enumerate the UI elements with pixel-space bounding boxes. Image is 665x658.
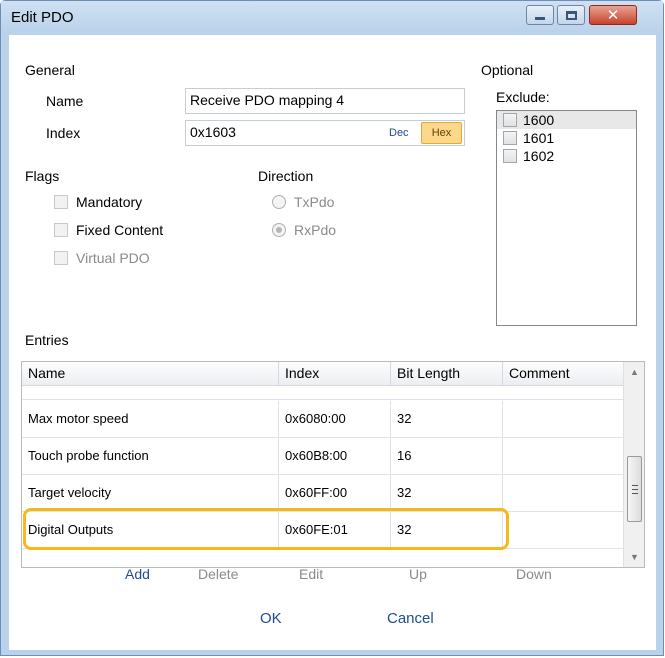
cell-bit-length: 32 <box>391 475 503 512</box>
entries-section-label: Entries <box>25 332 69 348</box>
fixed-content-checkbox-row[interactable]: Fixed Content <box>54 222 163 238</box>
exclude-item-label: 1602 <box>523 148 555 164</box>
close-icon: ✕ <box>606 6 620 24</box>
index-label: Index <box>46 125 81 141</box>
exclude-item-1600[interactable]: 1600 <box>497 111 636 129</box>
cell-index: 0x6080:00 <box>279 401 391 438</box>
txpdo-radio[interactable] <box>272 195 286 209</box>
virtual-pdo-checkbox-row[interactable]: Virtual PDO <box>54 250 150 266</box>
close-button[interactable]: ✕ <box>589 5 637 25</box>
dialog-body: General Name Receive PDO mapping 4 Index… <box>9 35 656 650</box>
cell-comment <box>503 475 623 512</box>
minimize-icon <box>535 16 545 20</box>
exclude-list[interactable]: 1600 1601 1602 <box>496 110 637 326</box>
cell-comment <box>503 401 623 438</box>
edit-button[interactable]: Edit <box>299 566 323 582</box>
cell-comment <box>503 438 623 475</box>
hex-button[interactable]: Hex <box>421 122 462 144</box>
optional-section-label: Optional <box>481 62 534 78</box>
edit-pdo-window: Edit PDO ✕ General Name Receive PDO mapp… <box>0 0 664 656</box>
exclude-checkbox[interactable] <box>503 149 517 163</box>
txpdo-radio-row[interactable]: TxPdo <box>272 194 334 210</box>
table-row[interactable]: Target velocity 0x60FF:00 32 <box>22 475 623 512</box>
window-title: Edit PDO <box>11 9 74 26</box>
grip-icon <box>632 485 638 494</box>
table-row[interactable]: Max motor speed 0x6080:00 32 <box>22 401 623 438</box>
general-section-label: General <box>25 62 75 78</box>
table-row-partial <box>22 386 623 400</box>
virtual-pdo-checkbox[interactable] <box>54 251 68 265</box>
cell-name: Target velocity <box>22 475 279 512</box>
name-input[interactable]: Receive PDO mapping 4 <box>185 88 465 114</box>
rxpdo-radio[interactable] <box>272 223 286 237</box>
cell-bit-length: 32 <box>391 401 503 438</box>
add-button[interactable]: Add <box>125 566 150 582</box>
exclude-item-1601[interactable]: 1601 <box>497 129 636 147</box>
column-header-bit-length[interactable]: Bit Length <box>391 362 503 386</box>
exclude-checkbox[interactable] <box>503 131 517 145</box>
column-header-name[interactable]: Name <box>22 362 279 386</box>
cell-index: 0x60FF:00 <box>279 475 391 512</box>
cancel-button[interactable]: Cancel <box>387 610 434 627</box>
mandatory-label: Mandatory <box>76 194 143 210</box>
down-button[interactable]: Down <box>516 566 552 582</box>
virtual-pdo-label: Virtual PDO <box>76 250 150 266</box>
up-button[interactable]: Up <box>409 566 427 582</box>
entries-header: Name Index Bit Length Comment <box>22 362 623 386</box>
fixed-content-checkbox[interactable] <box>54 223 68 237</box>
name-label: Name <box>46 93 84 109</box>
exclude-checkbox[interactable] <box>503 113 517 127</box>
cell-comment <box>503 512 623 549</box>
txpdo-label: TxPdo <box>294 194 335 210</box>
cell-name: Touch probe function <box>22 438 279 475</box>
direction-section-label: Direction <box>258 168 314 184</box>
cell-bit-length: 16 <box>391 438 503 475</box>
ok-button[interactable]: OK <box>260 610 282 627</box>
exclude-label: Exclude: <box>496 89 550 105</box>
exclude-item-label: 1600 <box>523 112 555 128</box>
column-header-comment[interactable]: Comment <box>503 362 623 386</box>
rxpdo-radio-row[interactable]: RxPdo <box>272 222 336 238</box>
mandatory-checkbox[interactable] <box>54 195 68 209</box>
table-row[interactable]: Touch probe function 0x60B8:00 16 <box>22 438 623 475</box>
maximize-button[interactable] <box>557 5 585 25</box>
scroll-up-icon[interactable]: ▲ <box>630 367 639 377</box>
fixed-content-label: Fixed Content <box>76 222 164 238</box>
highlight-annotation <box>23 508 509 550</box>
index-value: 0x1603 <box>190 124 236 140</box>
title-bar[interactable]: Edit PDO ✕ <box>1 1 663 35</box>
exclude-item-label: 1601 <box>523 130 555 146</box>
rxpdo-label: RxPdo <box>294 222 337 238</box>
scrollbar-thumb[interactable] <box>627 456 642 522</box>
delete-button[interactable]: Delete <box>198 566 238 582</box>
dec-button[interactable]: Dec <box>389 127 409 139</box>
scroll-down-icon[interactable]: ▼ <box>630 552 639 562</box>
cell-name: Max motor speed <box>22 401 279 438</box>
flags-section-label: Flags <box>25 168 60 184</box>
maximize-icon <box>565 10 577 20</box>
cell-index: 0x60B8:00 <box>279 438 391 475</box>
mandatory-checkbox-row[interactable]: Mandatory <box>54 194 142 210</box>
column-header-index[interactable]: Index <box>279 362 391 386</box>
minimize-button[interactable] <box>526 5 554 25</box>
exclude-item-1602[interactable]: 1602 <box>497 147 636 165</box>
entries-scrollbar[interactable]: ▲ ▼ <box>623 362 644 567</box>
